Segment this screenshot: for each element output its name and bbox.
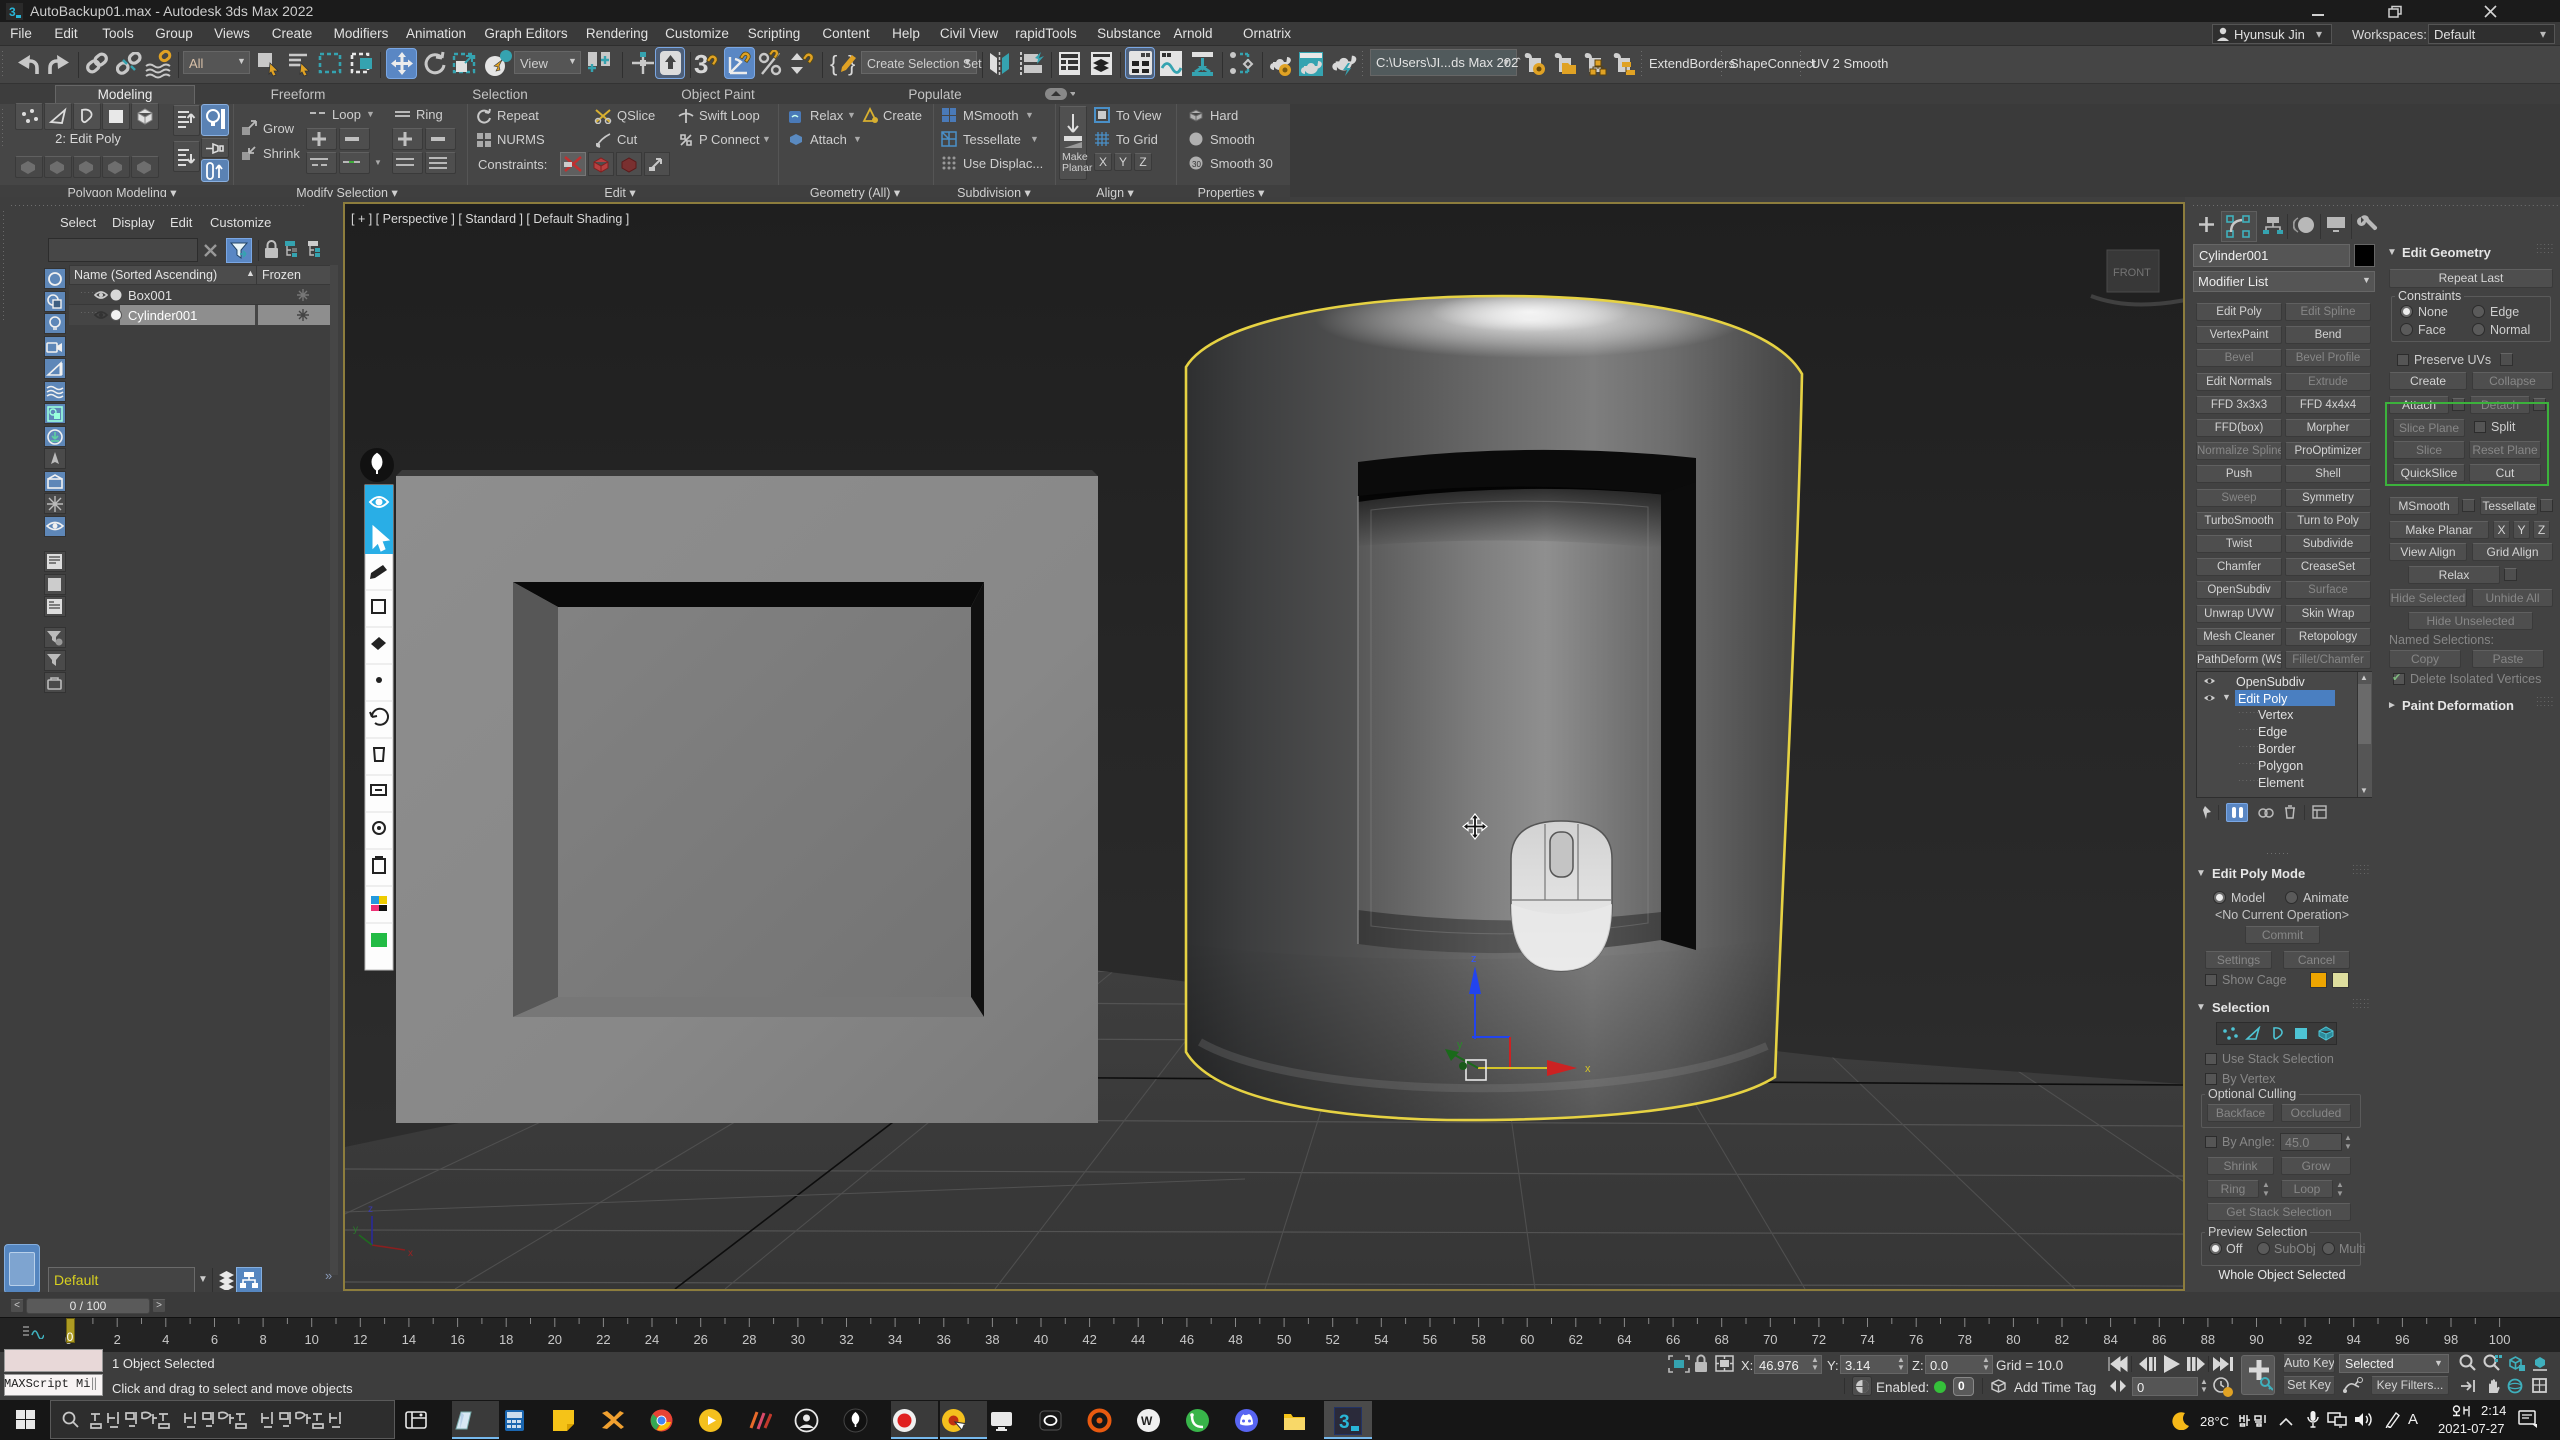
svg-text:72: 72 — [1812, 1332, 1826, 1347]
svg-text:38: 38 — [985, 1332, 999, 1347]
svg-text:6: 6 — [211, 1332, 218, 1347]
svg-text:{: { — [830, 51, 837, 76]
svg-text:12: 12 — [353, 1332, 367, 1347]
svg-text:34: 34 — [888, 1332, 902, 1347]
svg-text:50: 50 — [1277, 1332, 1291, 1347]
svg-text:48: 48 — [1228, 1332, 1242, 1347]
svg-text:78: 78 — [1958, 1332, 1972, 1347]
svg-text:74: 74 — [1860, 1332, 1874, 1347]
svg-text:88: 88 — [2201, 1332, 2215, 1347]
svg-text:3: 3 — [694, 49, 708, 79]
svg-text:52: 52 — [1325, 1332, 1339, 1347]
svg-text:90: 90 — [2249, 1332, 2263, 1347]
svg-text:2: 2 — [114, 1332, 121, 1347]
svg-text:68: 68 — [1714, 1332, 1728, 1347]
svg-text:y: y — [353, 1224, 358, 1235]
svg-text:98: 98 — [2444, 1332, 2458, 1347]
svg-text:26: 26 — [693, 1332, 707, 1347]
svg-text:86: 86 — [2152, 1332, 2166, 1347]
svg-text:46: 46 — [1180, 1332, 1194, 1347]
svg-text:56: 56 — [1423, 1332, 1437, 1347]
svg-text:30: 30 — [791, 1332, 805, 1347]
svg-text:60: 60 — [1520, 1332, 1534, 1347]
svg-text:70: 70 — [1763, 1332, 1777, 1347]
svg-text:32: 32 — [839, 1332, 853, 1347]
svg-text:28: 28 — [742, 1332, 756, 1347]
svg-text:24: 24 — [645, 1332, 659, 1347]
svg-text:92: 92 — [2298, 1332, 2312, 1347]
svg-text:96: 96 — [2395, 1332, 2409, 1347]
svg-text:64: 64 — [1617, 1332, 1631, 1347]
svg-text:8: 8 — [259, 1332, 266, 1347]
svg-text:22: 22 — [596, 1332, 610, 1347]
svg-text:3: 3 — [9, 5, 16, 19]
svg-text:82: 82 — [2055, 1332, 2069, 1347]
svg-text:94: 94 — [2346, 1332, 2360, 1347]
svg-text:66: 66 — [1666, 1332, 1680, 1347]
svg-text:40: 40 — [1034, 1332, 1048, 1347]
svg-text:100: 100 — [2489, 1332, 2511, 1347]
svg-text:3: 3 — [1339, 1412, 1350, 1433]
svg-text:14: 14 — [402, 1332, 416, 1347]
svg-text:16: 16 — [450, 1332, 464, 1347]
svg-text:84: 84 — [2103, 1332, 2117, 1347]
svg-text:42: 42 — [1082, 1332, 1096, 1347]
svg-text:30: 30 — [1192, 160, 1201, 169]
svg-text:x: x — [408, 1248, 413, 1259]
svg-text:z: z — [1471, 953, 1477, 965]
svg-text:z: z — [368, 1204, 373, 1215]
svg-text:20: 20 — [548, 1332, 562, 1347]
svg-text:44: 44 — [1131, 1332, 1145, 1347]
svg-text:10: 10 — [304, 1332, 318, 1347]
svg-text:76: 76 — [1909, 1332, 1923, 1347]
svg-text:18: 18 — [499, 1332, 513, 1347]
svg-text:58: 58 — [1471, 1332, 1485, 1347]
svg-text:54: 54 — [1374, 1332, 1388, 1347]
svg-text:80: 80 — [2006, 1332, 2020, 1347]
svg-text:y: y — [1457, 1039, 1463, 1051]
svg-text:W: W — [1141, 1414, 1153, 1428]
svg-text:4: 4 — [162, 1332, 169, 1347]
svg-text:36: 36 — [937, 1332, 951, 1347]
svg-text:62: 62 — [1569, 1332, 1583, 1347]
svg-text:x: x — [1585, 1063, 1591, 1075]
svg-text:FRONT: FRONT — [2113, 267, 2151, 279]
